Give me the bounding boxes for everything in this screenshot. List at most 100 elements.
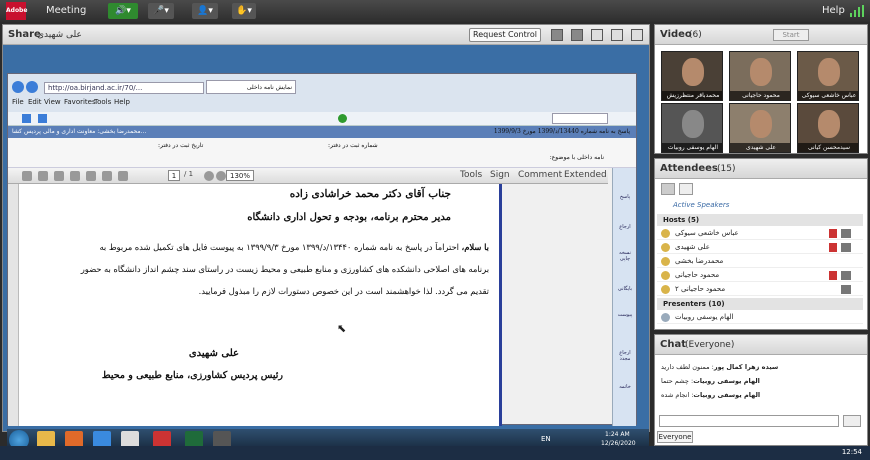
microphone-button[interactable]: 🎤▾ xyxy=(148,3,174,19)
letter-body-line-3: تقدیم می گردد. لذا خواهشمند است در این خ… xyxy=(198,286,489,296)
comment-button[interactable]: Comment xyxy=(518,170,562,180)
email-icon[interactable] xyxy=(54,171,64,181)
menu-favorites[interactable]: Favorites xyxy=(64,98,96,106)
fit-page-icon[interactable] xyxy=(571,29,583,41)
extended-button[interactable]: Extended xyxy=(564,170,607,180)
attendee-name: الهام یوسفی روبیات xyxy=(675,313,734,321)
chat-pod: Chat (Everyone) سیده زهرا کمال پور: ممنو… xyxy=(654,334,868,446)
tools-button[interactable]: Tools xyxy=(460,170,482,180)
chat-title: Chat xyxy=(660,339,686,350)
menu-help[interactable]: Help xyxy=(114,98,130,106)
print-icon[interactable] xyxy=(38,171,48,181)
zoom-in-icon[interactable] xyxy=(216,171,226,181)
video-tile-label: محمدباقر منتظرزیش xyxy=(662,91,722,100)
share-title: Share xyxy=(8,29,41,40)
speaker-button[interactable]: 🔊▾ xyxy=(108,3,138,19)
status-view-icon[interactable] xyxy=(679,183,693,195)
attendees-count: (15) xyxy=(717,164,736,174)
app-nav-row xyxy=(8,112,636,126)
action-reply[interactable]: پاسخ xyxy=(615,194,635,200)
blue-bar-right: پاسخ به نامه شماره 13440/د/1399 مورخ 139… xyxy=(493,128,630,135)
subject-label: نامه داخلی با موضوع: xyxy=(549,154,604,161)
action-refer[interactable]: ارجاع xyxy=(615,224,635,230)
raise-hand-button[interactable]: ✋▾ xyxy=(232,3,256,19)
menu-edit[interactable]: Edit xyxy=(28,98,42,106)
active-speakers-label: Active Speakers xyxy=(673,201,730,209)
chat-tab-everyone[interactable]: Everyone xyxy=(657,431,693,443)
send-icon[interactable] xyxy=(843,415,861,427)
save-icon[interactable] xyxy=(22,171,32,181)
action-close[interactable]: خاتمه xyxy=(615,384,635,390)
shared-desktop: http://oa.birjand.ac.ir/70/... نمایش نام… xyxy=(3,45,649,431)
video-pod: Video (6) Start محمدباقر منتظرزیش محمود … xyxy=(654,24,868,154)
attendee-row[interactable]: محمود حاجیانی xyxy=(657,269,863,282)
attendee-row[interactable]: محمود حاجیانی ۲ xyxy=(657,283,863,296)
letter-greeting: با سلام، xyxy=(461,242,489,252)
start-video-button[interactable]: Start xyxy=(773,29,809,41)
action-attachment[interactable]: پیوست xyxy=(615,312,635,318)
browser-tab[interactable]: نمایش نامه داخلی xyxy=(206,80,296,94)
address-bar[interactable]: http://oa.birjand.ac.ir/70/... xyxy=(44,82,204,94)
video-tile[interactable]: محمدباقر منتظرزیش xyxy=(661,51,723,101)
upload-cloud-icon[interactable] xyxy=(86,171,96,181)
language-indicator[interactable]: EN xyxy=(541,435,551,443)
fullscreen-icon[interactable] xyxy=(591,29,603,41)
attendee-row[interactable]: علی شهیدی xyxy=(657,241,863,254)
letter-body-text-1: احتراماً در پاسخ به نامه شماره ۱۳۴۴۰/د/۱… xyxy=(99,242,462,252)
video-count: (6) xyxy=(689,30,702,40)
video-tile[interactable]: عباس خاشعی سیوکی xyxy=(797,51,859,101)
zoom-level[interactable]: 130% xyxy=(226,170,254,181)
help-menu[interactable]: Help xyxy=(822,5,845,16)
menu-view[interactable]: View xyxy=(44,98,61,106)
zoom-icon[interactable] xyxy=(611,29,623,41)
attendee-row[interactable]: محمدرضا بخشی xyxy=(657,255,863,268)
printer-icon[interactable] xyxy=(102,171,112,181)
back-icon[interactable] xyxy=(12,81,24,93)
view-dropdown[interactable] xyxy=(552,113,608,124)
meeting-menu[interactable]: Meeting xyxy=(46,5,86,16)
zoom-out-icon[interactable] xyxy=(204,171,214,181)
action-archive[interactable]: بایگانی xyxy=(615,286,635,292)
video-tile[interactable]: سیدمحسن کیانی xyxy=(797,103,859,153)
attendees-pod: Attendees (15) Active Speakers Hosts (5)… xyxy=(654,158,868,330)
comment-icon[interactable] xyxy=(70,171,80,181)
envelope-icon[interactable] xyxy=(118,171,128,181)
action-print-version[interactable]: نسخه چاپی xyxy=(615,250,635,262)
forward-icon[interactable] xyxy=(26,81,38,93)
blue-bar-left: محمدرضا بخشی: معاونت اداری و مالی پردیس … xyxy=(12,128,147,135)
sign-button[interactable]: Sign xyxy=(490,170,510,180)
adobe-logo: Adobe xyxy=(6,2,27,20)
download-icon[interactable] xyxy=(22,114,31,123)
list-view-icon[interactable] xyxy=(661,183,675,195)
action-re-refer[interactable]: ارجاع مجدد xyxy=(615,350,635,362)
mic-icon xyxy=(829,243,837,252)
signer-title: رئیس پردیس کشاورزی، منابع طبیعی و محیط xyxy=(101,370,283,381)
chat-message: الهام یوسفی روبیات: چشم حتما xyxy=(661,377,760,385)
video-tile[interactable]: الهام یوسفی روبیات xyxy=(661,103,723,153)
request-control-button[interactable]: Request Control xyxy=(469,28,541,42)
menu-file[interactable]: File xyxy=(12,98,24,106)
share-pod: Share علی شهیدی Request Control http://o… xyxy=(2,24,650,451)
video-tile-label: محمود حاجیانی xyxy=(730,91,790,100)
return-icon[interactable] xyxy=(338,114,347,123)
chat-input[interactable] xyxy=(659,415,839,427)
upload-icon[interactable] xyxy=(38,114,47,123)
webcam-button[interactable]: 👤▾ xyxy=(192,3,218,19)
hosts-section-header[interactable]: Hosts (5) xyxy=(657,214,863,226)
attendee-name: محمود حاجیانی xyxy=(675,271,720,279)
letter-info-pane: نامه داخلی با موضوع: شماره ثبت در دفتر: … xyxy=(8,138,636,168)
fit-width-icon[interactable] xyxy=(551,29,563,41)
menu-tools[interactable]: Tools xyxy=(94,98,111,106)
page-number-field[interactable]: 1 xyxy=(168,170,180,181)
presenters-section-header[interactable]: Presenters (10) xyxy=(657,298,863,310)
video-tile[interactable]: علی شهیدی xyxy=(729,103,791,153)
attendee-row[interactable]: الهام یوسفی روبیات xyxy=(657,311,863,324)
letter-body-line-2: برنامه های اصلاحی دانشکده های کشاورزی و … xyxy=(80,264,489,274)
letter-body-line-1: با سلام، احتراماً در پاسخ به نامه شماره … xyxy=(29,242,489,252)
chat-message: سیده زهرا کمال پور: ممنون لطف دارید xyxy=(661,363,779,371)
pod-menu-icon[interactable] xyxy=(631,29,643,41)
video-tile[interactable]: محمود حاجیانی xyxy=(729,51,791,101)
attendee-row[interactable]: عباس خاشعی سیوکی xyxy=(657,227,863,240)
video-tile-label: سیدمحسن کیانی xyxy=(798,143,858,152)
signal-icon xyxy=(850,5,864,17)
